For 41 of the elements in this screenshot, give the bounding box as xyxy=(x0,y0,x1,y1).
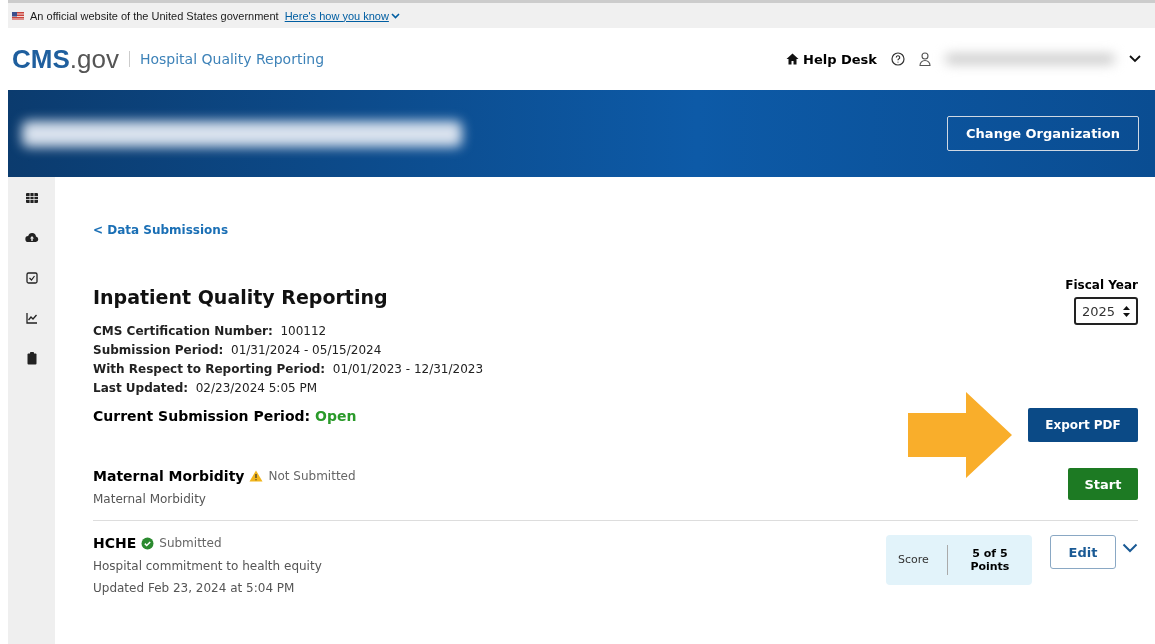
sort-icon xyxy=(1123,305,1130,317)
banner-text: An official website of the United States government xyxy=(30,9,279,22)
help-icon[interactable] xyxy=(891,52,905,66)
measure-description: Hospital commitment to health equity xyxy=(93,559,323,573)
status-text: Submitted xyxy=(159,536,222,550)
score-value: 5 of 5 Points xyxy=(969,547,1011,573)
line-chart-icon xyxy=(24,311,39,325)
grid-icon xyxy=(24,191,39,205)
start-button[interactable]: Start xyxy=(1068,468,1138,500)
edit-button[interactable]: Edit xyxy=(1050,535,1116,569)
help-desk-link[interactable]: Help Desk xyxy=(786,51,877,67)
page-title: Inpatient Quality Reporting xyxy=(93,286,389,308)
detail-line: With Respect to Reporting Period: 01/01/2023 - 12/31/2023 xyxy=(93,361,484,378)
user-icon xyxy=(919,52,931,66)
fiscal-year-select[interactable]: 2025 xyxy=(1074,297,1138,325)
chevron-down-icon xyxy=(390,12,400,19)
status-text: Not Submitted xyxy=(268,469,356,483)
detail-line: Last Updated: 02/23/2024 5:05 PM xyxy=(93,380,319,397)
product-name: Hospital Quality Reporting xyxy=(128,51,325,67)
chevron-down-icon[interactable] xyxy=(1129,55,1141,63)
fiscal-year-label: Fiscal Year xyxy=(1065,278,1138,292)
back-link[interactable]: < Data Submissions xyxy=(93,223,229,237)
export-pdf-button[interactable]: Export PDF xyxy=(1028,408,1138,442)
change-organization-button[interactable]: Change Organization xyxy=(947,116,1139,151)
submission-period-status: Current Submission Period: Open xyxy=(93,408,358,424)
cms-logo[interactable]: CMS.gov xyxy=(12,43,119,75)
check-circle-icon xyxy=(141,536,155,550)
expand-chevron-icon[interactable] xyxy=(1122,543,1138,553)
checkbox-icon xyxy=(24,271,39,285)
warning-icon xyxy=(249,470,264,482)
home-icon xyxy=(786,53,799,65)
flag-icon xyxy=(12,11,24,20)
detail-line: CMS Certification Number: 100112 xyxy=(93,323,328,340)
updated-text: Updated Feb 23, 2024 at 5:04 PM xyxy=(93,581,296,595)
measure-name: HCHE xyxy=(93,535,137,551)
score-label: Score xyxy=(886,545,948,575)
cloud-upload-icon xyxy=(24,231,39,245)
measure-description: Maternal Morbidity xyxy=(93,492,207,506)
detail-line: Submission Period: 01/31/2024 - 05/15/2024 xyxy=(93,342,383,359)
how-you-know-link[interactable]: Here's how you know xyxy=(284,9,400,22)
measure-name: Maternal Morbidity xyxy=(93,468,245,484)
